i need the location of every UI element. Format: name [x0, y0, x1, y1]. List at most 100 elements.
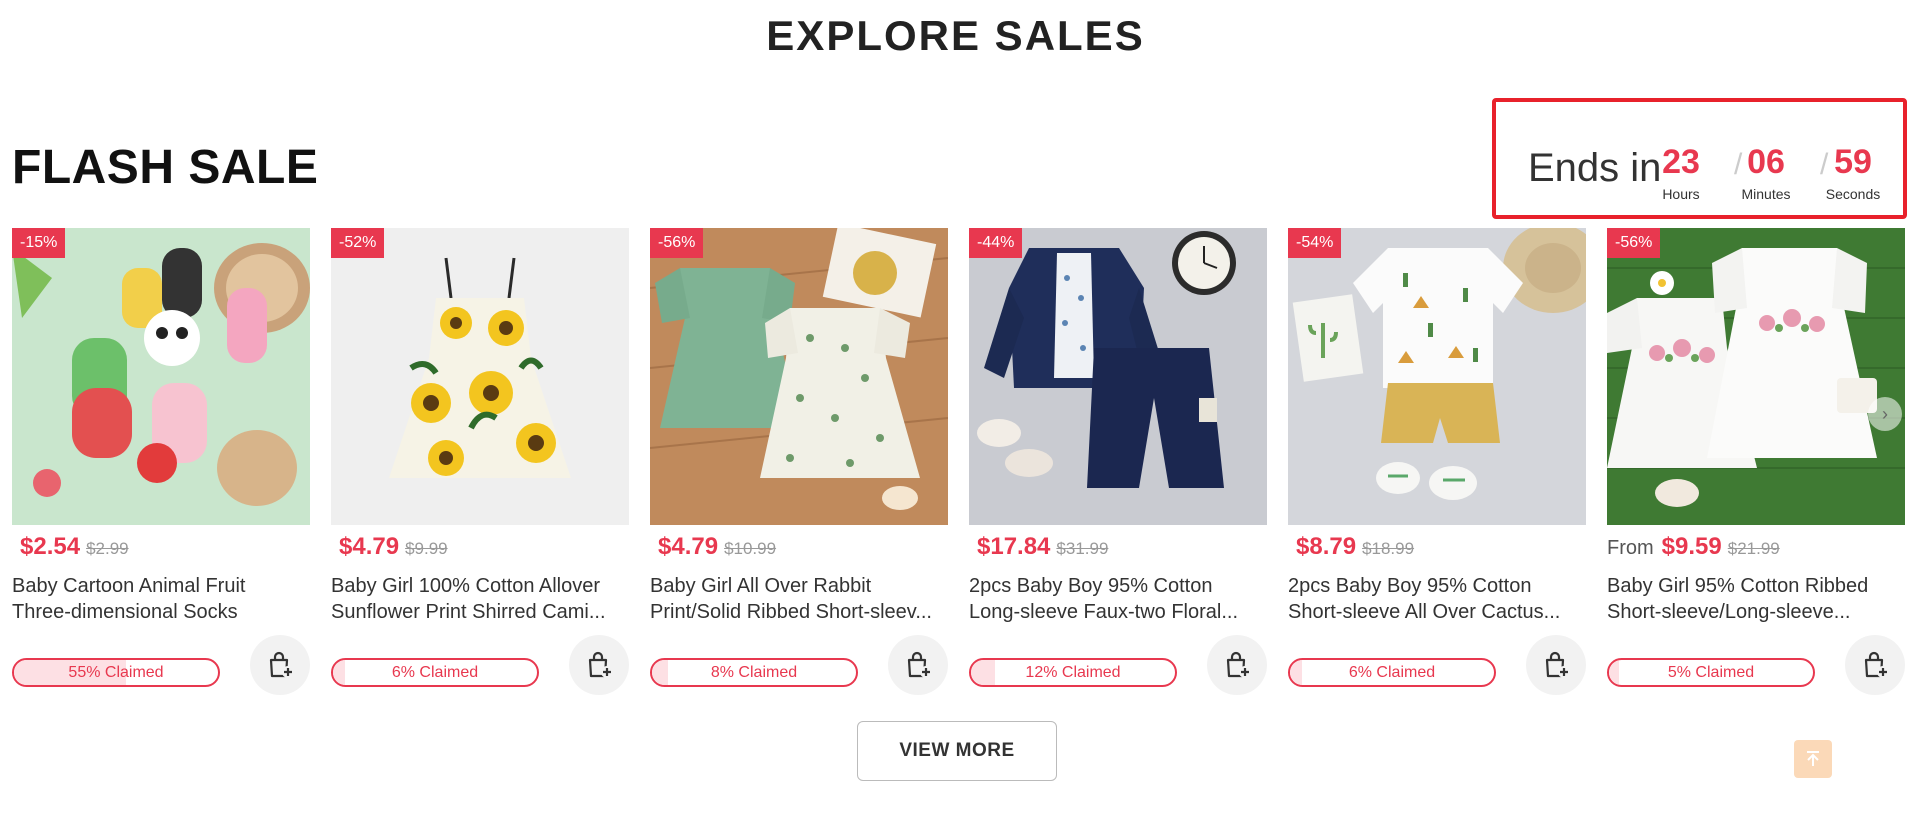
- add-to-cart-button[interactable]: [250, 635, 310, 695]
- seconds-label: Seconds: [1825, 186, 1881, 203]
- carousel-next-button[interactable]: ›: [1868, 397, 1902, 431]
- seconds-value: 59: [1834, 143, 1872, 181]
- hours-label: Hours: [1662, 186, 1700, 203]
- add-to-cart-button[interactable]: [1207, 635, 1267, 695]
- product-image-sunflower-dress: [331, 228, 629, 525]
- product-name-line: 2pcs Baby Boy 95% Cotton: [969, 575, 1213, 597]
- claimed-text: 8% Claimed: [710, 664, 798, 681]
- price-row: $8.79 $18.99: [1288, 533, 1414, 567]
- product-name-line: Long-sleeve Faux-two Floral...: [969, 601, 1239, 623]
- price-row: $4.79 $9.99: [331, 533, 448, 567]
- product-card[interactable]: -15% $2.54 $2.99 Baby Cartoon Animal Frui…: [12, 228, 310, 698]
- discount-badge: -56%: [650, 228, 704, 258]
- product-name[interactable]: 2pcs Baby Boy 95% Cotton Short-sleeve Al…: [1288, 573, 1586, 625]
- countdown-seconds: 59 Seconds: [1818, 140, 1888, 202]
- claimed-progress: 6% Claimed: [1288, 658, 1496, 687]
- product-name-line: Three-dimensional Socks: [12, 601, 238, 623]
- discount-badge: -44%: [969, 228, 1023, 258]
- minutes-value: 06: [1747, 143, 1785, 181]
- add-to-cart-icon: [1864, 651, 1889, 678]
- product-image-navy-set: [969, 228, 1267, 525]
- claimed-progress: 8% Claimed: [650, 658, 858, 687]
- product-card[interactable]: -44% $17.84 $31.99 2pcs Baby Boy 95% Cott…: [969, 228, 1267, 698]
- product-image[interactable]: -52%: [331, 228, 629, 525]
- countdown-minutes: 06 Minutes: [1731, 140, 1801, 202]
- claimed-text: 55% Claimed: [68, 664, 164, 681]
- sale-price: $4.79: [339, 533, 400, 560]
- original-price: $21.99: [1727, 539, 1780, 558]
- product-image-white-dresses: [1607, 228, 1905, 525]
- product-name-line: 2pcs Baby Boy 95% Cotton: [1288, 575, 1532, 597]
- product-name-line: Short-sleeve/Long-sleeve...: [1607, 601, 1851, 623]
- from-label: From: [1607, 537, 1654, 559]
- claimed-text: 5% Claimed: [1667, 664, 1755, 681]
- product-name-line: Short-sleeve All Over Cactus...: [1288, 601, 1561, 623]
- product-image[interactable]: -44%: [969, 228, 1267, 525]
- claimed-text: 6% Claimed: [1348, 664, 1436, 681]
- product-card[interactable]: -52% $4.79 $9.99 Baby Girl 100% Cotton Al…: [331, 228, 629, 698]
- add-to-cart-icon: [1226, 651, 1251, 678]
- product-name[interactable]: 2pcs Baby Boy 95% Cotton Long-sleeve Fau…: [969, 573, 1267, 625]
- add-to-cart-button[interactable]: [1845, 635, 1905, 695]
- price-row: $17.84 $31.99: [969, 533, 1108, 567]
- discount-badge: -15%: [12, 228, 66, 258]
- countdown-timer: Ends in 23 Hours / 06 Minutes / 59 Secon…: [1492, 98, 1907, 219]
- product-name-line: Baby Girl 95% Cotton Ribbed: [1607, 575, 1869, 597]
- sale-price: $17.84: [977, 533, 1051, 560]
- product-image[interactable]: -54%: [1288, 228, 1586, 525]
- claimed-text: 12% Claimed: [1025, 664, 1121, 681]
- product-name-line: Sunflower Print Shirred Cami...: [331, 601, 606, 623]
- product-image-rabbit-dresses: [650, 228, 948, 525]
- original-price: $9.99: [405, 539, 448, 558]
- sale-price: $8.79: [1296, 533, 1357, 560]
- add-to-cart-icon: [1545, 651, 1570, 678]
- back-to-top-button[interactable]: [1794, 740, 1832, 778]
- product-name-line: Baby Girl 100% Cotton Allover: [331, 575, 601, 597]
- product-name-line: Baby Girl All Over Rabbit: [650, 575, 872, 597]
- sale-price: $4.79: [658, 533, 719, 560]
- product-image[interactable]: -56%: [1607, 228, 1905, 525]
- product-name[interactable]: Baby Cartoon Animal Fruit Three-dimensio…: [12, 573, 310, 625]
- claimed-progress: 5% Claimed: [1607, 658, 1815, 687]
- add-to-cart-icon: [907, 651, 932, 678]
- product-card[interactable]: -56% $4.79 $10.99 Baby Girl All Over Rabb…: [650, 228, 948, 698]
- page: EXPLORE SALES FLASH SALE Ends in 23 Hour…: [0, 0, 1911, 817]
- claimed-progress: 55% Claimed: [12, 658, 220, 687]
- original-price: $10.99: [724, 539, 777, 558]
- price-row: $4.79 $10.99: [650, 533, 776, 567]
- sale-price: $9.59: [1661, 533, 1722, 560]
- product-image[interactable]: -56%: [650, 228, 948, 525]
- claimed-progress: 12% Claimed: [969, 658, 1177, 687]
- product-name-line: Print/Solid Ribbed Short-sleev...: [650, 601, 932, 623]
- add-to-cart-icon: [269, 651, 294, 678]
- chevron-right-icon: ›: [1882, 403, 1888, 424]
- product-card[interactable]: -54% $8.79 $18.99 2pcs Baby Boy 95% Cotto…: [1288, 228, 1586, 698]
- arrow-up-icon: [1807, 751, 1819, 766]
- add-to-cart-button[interactable]: [569, 635, 629, 695]
- countdown-hours: 23 Hours: [1646, 140, 1716, 202]
- discount-badge: -56%: [1607, 228, 1661, 258]
- discount-badge: -52%: [331, 228, 385, 258]
- add-to-cart-icon: [588, 651, 613, 678]
- add-to-cart-button[interactable]: [888, 635, 948, 695]
- claimed-text: 6% Claimed: [391, 664, 479, 681]
- product-name-line: Baby Cartoon Animal Fruit: [12, 575, 246, 597]
- product-card[interactable]: -56% From $9.59 $21.99 Baby Girl 95% Cotto…: [1607, 228, 1905, 698]
- discount-badge: -54%: [1288, 228, 1342, 258]
- view-more-button[interactable]: VIEW MORE: [857, 721, 1057, 781]
- product-name[interactable]: Baby Girl 95% Cotton Ribbed Short-sleeve…: [1607, 573, 1905, 625]
- hours-value: 23: [1662, 143, 1700, 181]
- original-price: $2.99: [86, 539, 129, 558]
- product-name[interactable]: Baby Girl 100% Cotton Allover Sunflower …: [331, 573, 629, 625]
- original-price: $31.99: [1056, 539, 1109, 558]
- flash-sale-title: FLASH SALE: [12, 141, 319, 194]
- product-image-cactus-set: [1288, 228, 1586, 525]
- product-image-socks: [12, 228, 310, 525]
- price-row: $2.54 $2.99: [12, 533, 129, 567]
- original-price: $18.99: [1362, 539, 1415, 558]
- claimed-progress: 6% Claimed: [331, 658, 539, 687]
- add-to-cart-button[interactable]: [1526, 635, 1586, 695]
- product-name[interactable]: Baby Girl All Over Rabbit Print/Solid Ri…: [650, 573, 948, 625]
- minutes-label: Minutes: [1741, 186, 1791, 203]
- product-image[interactable]: -15%: [12, 228, 310, 525]
